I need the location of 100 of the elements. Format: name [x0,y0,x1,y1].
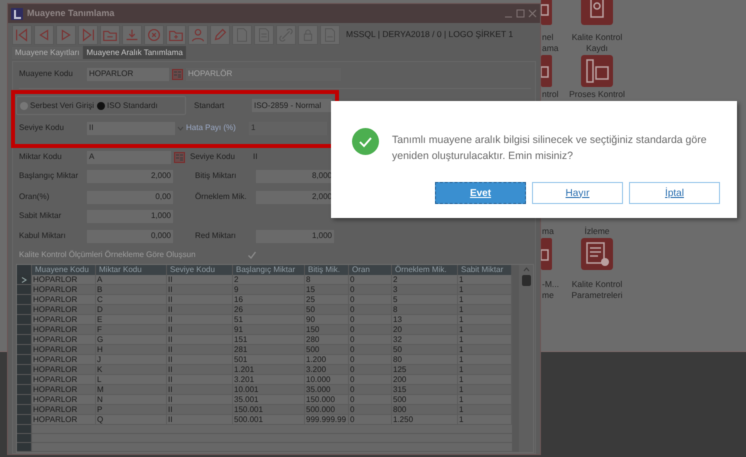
column-header[interactable]: Seviye Kodu [167,265,233,275]
tile-icon[interactable] [581,0,613,25]
table-cell: HOPARLOR [32,315,96,325]
table-cell: N [96,395,167,405]
table-cell: 25 [305,295,349,305]
tile-label[interactable]: ntrol [542,89,559,99]
table-cell: 200 [392,375,458,385]
tile-label[interactable]: Proses Kontrol [557,89,637,99]
table-cell: 1 [458,355,512,365]
table-cell: 280 [305,335,349,345]
table-cell: 500 [392,395,458,405]
toolbar-button[interactable] [254,24,274,44]
tab[interactable]: Muayene Aralık Tanımlama [83,46,186,59]
table-cell: II [167,365,233,375]
column-header[interactable]: Bitiş Mik. [305,265,349,275]
tile-icon[interactable] [541,238,552,270]
lookup-icon[interactable] [174,152,185,162]
toolbar-button[interactable] [276,24,296,44]
lookup-icon[interactable] [172,68,183,80]
toolbar-button[interactable] [188,24,208,44]
tile-label[interactable]: me [542,290,554,300]
toolbar-button[interactable] [210,24,230,44]
tile-icon[interactable] [541,55,552,87]
tile-label[interactable]: ma [542,226,554,236]
column-header[interactable]: Miktar Kodu [96,265,167,275]
table-cell: 80 [392,355,458,365]
tile-label[interactable]: Kaydı [557,43,637,53]
table-cell: II [167,375,233,385]
table-cell: 0 [349,355,392,365]
toolbar-button[interactable] [100,24,120,44]
table-cell: II [167,325,233,335]
tile-label[interactable]: -M... [542,279,559,289]
field-label: Seviye Kodu [190,151,236,163]
current-row-icon [20,276,28,282]
column-header[interactable]: Oran [349,265,392,275]
column-header[interactable]: Örneklem Mik. [392,265,458,275]
table-cell: 0 [349,275,392,285]
tile-label[interactable]: Kalite Kontrol [557,32,637,42]
toolbar-button[interactable] [166,24,186,44]
table-cell: II [167,395,233,405]
table-cell: 91 [233,325,305,335]
table-cell: HOPARLOR [32,355,96,365]
input-field[interactable]: 2,000 [87,170,173,182]
toolbar-button[interactable] [122,24,142,44]
radio-button[interactable] [20,102,28,110]
toolbar-button[interactable] [320,24,340,44]
table-cell: F [96,325,167,335]
maximize-icon[interactable] [516,9,525,18]
scroll-up-icon[interactable] [522,267,530,272]
toolbar-button[interactable] [56,24,76,44]
dialog-button[interactable]: İptal [629,182,720,204]
input-field[interactable]: 1,000 [87,210,173,222]
table-cell: 125 [392,365,458,375]
column-header[interactable]: Muayene Kodu [32,265,96,275]
table-cell: 501 [233,355,305,365]
table-cell: 0 [349,335,392,345]
input-field[interactable]: 0,000 [87,230,173,242]
table-cell: 150.001 [233,405,305,415]
tile-icon[interactable] [581,238,613,270]
tile-label[interactable]: ama [542,43,559,53]
table-cell: H [96,345,167,355]
input-field[interactable]: ISO-2859 - Normal [252,99,332,112]
table-cell: 0 [349,305,392,315]
close-icon[interactable] [528,9,537,18]
input-field[interactable]: II [251,150,329,164]
tile-label[interactable]: Kalite Kontrol [557,279,637,289]
toolbar-button[interactable] [78,24,98,44]
scrollbar-thumb[interactable] [522,275,530,286]
dropdown-chevron-icon[interactable] [177,124,184,132]
tile-label[interactable]: Parametreleri [557,290,637,300]
tile-icon[interactable] [541,0,552,25]
toolbar-button[interactable] [12,24,32,44]
checkbox[interactable] [247,250,257,260]
input-field[interactable]: 1,000 [256,230,334,242]
toolbar-button[interactable] [34,24,54,44]
toolbar-button[interactable] [232,24,252,44]
toolbar-button[interactable] [144,24,164,44]
column-header[interactable]: Sabit Miktar [458,265,512,275]
input-field[interactable]: HOPARLOR [87,68,169,80]
tile-label[interactable]: İzleme [557,226,637,236]
tile-icon[interactable] [581,55,613,87]
row-selector[interactable] [17,275,32,285]
radio-option[interactable]: Serbest Veri Girişi [20,100,94,112]
table-cell: II [167,295,233,305]
column-header[interactable]: Başlangıç Miktar [233,265,305,275]
toolbar-button[interactable] [298,24,318,44]
tile-label[interactable]: nel [542,32,554,42]
table-cell: 1 [458,295,512,305]
scrollbar[interactable] [519,265,533,452]
input-field[interactable]: II [87,122,175,134]
radio-button[interactable] [97,102,106,110]
table-cell: HOPARLOR [32,305,96,315]
app-logo-icon [11,8,23,20]
dialog-button[interactable]: Hayır [532,182,623,204]
dialog-button[interactable]: Evet [435,182,526,204]
input-field[interactable]: A [87,150,171,164]
input-field[interactable]: 0,00 [87,190,173,204]
table-cell: 0 [349,395,392,405]
radio-option[interactable]: ISO Standardı [97,100,158,112]
table-cell: II [167,315,233,325]
